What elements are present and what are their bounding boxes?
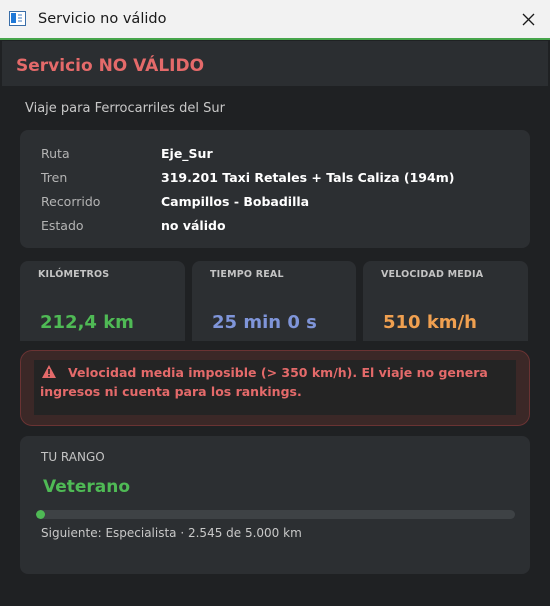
- stat-card-real-time: TIEMPO REAL 25 min 0 s: [192, 261, 356, 341]
- stat-label: KILÓMETROS: [38, 269, 110, 280]
- window-title: Servicio no válido: [38, 11, 167, 27]
- detail-value: 319.201 Taxi Retales + Tals Caliza (194m…: [161, 170, 455, 185]
- trip-details-card: Ruta Eje_Sur Tren 319.201 Taxi Retales +…: [20, 130, 530, 248]
- detail-value: Campillos - Bobadilla: [161, 194, 310, 209]
- close-icon: [522, 13, 534, 25]
- rank-card: TU RANGO Veterano Siguiente: Especialist…: [20, 436, 530, 574]
- detail-value: Eje_Sur: [161, 146, 213, 161]
- rank-section-label: TU RANGO: [41, 450, 105, 464]
- detail-label: Ruta: [41, 146, 70, 161]
- app-window-icon: [9, 11, 26, 26]
- close-button[interactable]: [506, 0, 550, 38]
- detail-label: Recorrido: [41, 194, 101, 209]
- rank-progress-bar: [36, 510, 515, 519]
- stat-card-average-speed: VELOCIDAD MEDIA 510 km/h: [363, 261, 528, 341]
- header-band: Servicio NO VÁLIDO: [2, 41, 548, 86]
- warning-alert: Velocidad media imposible (> 350 km/h). …: [20, 350, 530, 426]
- stat-card-kilometers: KILÓMETROS 212,4 km: [20, 261, 185, 341]
- stat-label: TIEMPO REAL: [210, 269, 284, 280]
- accent-divider: [0, 38, 550, 40]
- rank-name: Veterano: [43, 477, 131, 497]
- stat-label: VELOCIDAD MEDIA: [381, 269, 484, 280]
- warning-message: Velocidad media imposible (> 350 km/h). …: [40, 365, 488, 399]
- detail-value: no válido: [161, 218, 226, 233]
- warning-content: Velocidad media imposible (> 350 km/h). …: [34, 360, 516, 415]
- stat-value: 25 min 0 s: [212, 312, 317, 333]
- title-bar: Servicio no válido: [0, 0, 550, 38]
- next-rank-text: Siguiente: Especialista · 2.545 de 5.000…: [41, 526, 302, 540]
- detail-label: Tren: [41, 170, 68, 185]
- page-title: Servicio NO VÁLIDO: [16, 56, 205, 76]
- stat-value: 212,4 km: [40, 312, 134, 333]
- detail-label: Estado: [41, 218, 84, 233]
- rank-progress-fill: [36, 510, 45, 519]
- stat-value: 510 km/h: [383, 312, 477, 333]
- trip-subtitle: Viaje para Ferrocarriles del Sur: [25, 101, 226, 116]
